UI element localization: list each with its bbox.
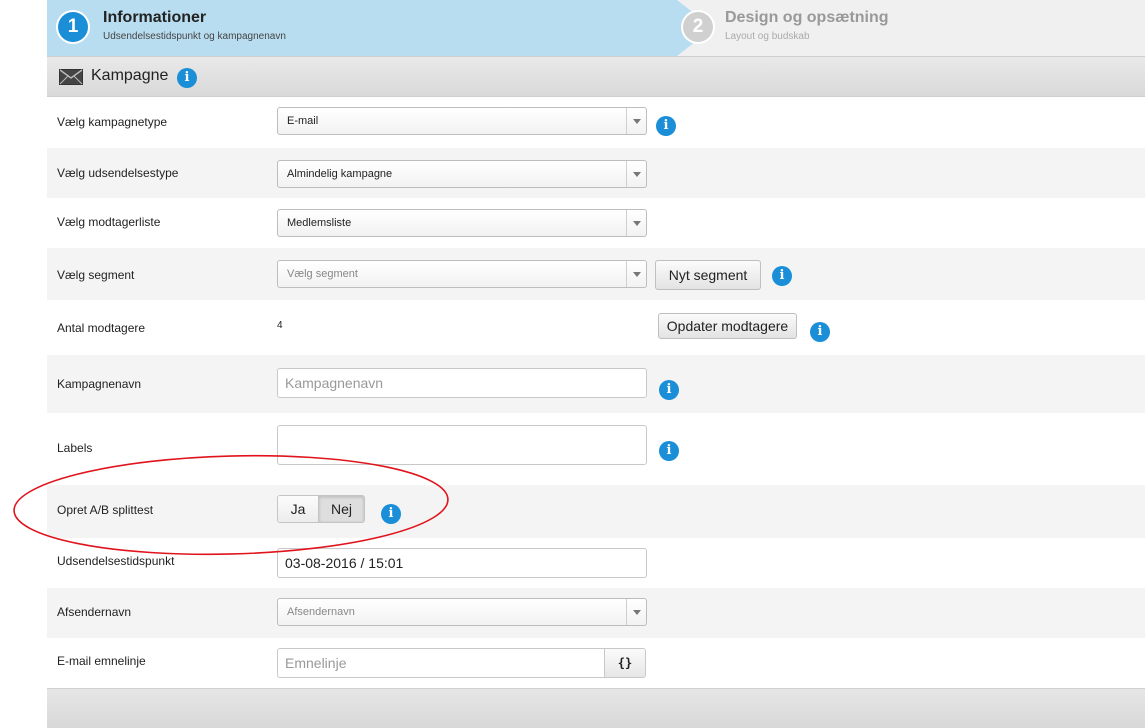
row-send-type: Vælg udsendelsestype Almindelig kampagne: [47, 148, 1145, 198]
field-label: Afsendernavn: [57, 605, 132, 619]
chevron-down-icon: [626, 161, 646, 187]
step-subtitle: Udsendelsestidspunkt og kampagnenavn: [103, 31, 286, 42]
row-ab-test: Opret A/B splittest Ja Nej i: [47, 485, 1145, 538]
section-header: Kampagne i: [47, 56, 1145, 97]
field-label: Udsendelsestidspunkt: [57, 554, 175, 568]
segment-select[interactable]: Vælg segment: [277, 260, 647, 288]
send-type-select[interactable]: Almindelig kampagne: [277, 160, 647, 188]
field-label: Vælg kampagnetype: [57, 115, 168, 129]
wizard-steps: 1 Informationer Udsendelsestidspunkt og …: [47, 0, 1145, 56]
subject-input[interactable]: Emnelinje: [277, 648, 607, 678]
chevron-down-icon: [626, 261, 646, 287]
field-label: Vælg udsendelsestype: [57, 166, 179, 180]
campaign-name-input[interactable]: Kampagnenavn: [277, 368, 647, 398]
row-sender-name: Afsendernavn Afsendernavn: [47, 588, 1145, 638]
section-title: Kampagne: [91, 67, 169, 84]
send-time-input[interactable]: 03-08-2016 / 15:01: [277, 548, 647, 578]
update-recipients-button[interactable]: Opdater modtagere: [658, 313, 797, 339]
select-value: E-mail: [287, 115, 319, 127]
step-title: Informationer: [103, 9, 207, 26]
chevron-down-icon: [626, 108, 646, 134]
ab-test-no[interactable]: Nej: [318, 496, 364, 522]
field-label: E-mail emnelinje: [57, 654, 146, 668]
field-label: Vælg modtagerliste: [57, 215, 161, 229]
new-segment-button[interactable]: Nyt segment: [655, 260, 761, 290]
step-number: 2: [683, 12, 713, 42]
info-icon[interactable]: i: [810, 322, 830, 342]
chevron-down-icon: [626, 599, 646, 625]
row-send-time: Udsendelsestidspunkt 03-08-2016 / 15:01: [47, 538, 1145, 588]
info-icon[interactable]: i: [177, 68, 197, 88]
step-number: 1: [58, 12, 88, 42]
chevron-down-icon: [626, 210, 646, 236]
ab-test-toggle[interactable]: Ja Nej: [277, 495, 365, 523]
info-icon[interactable]: i: [772, 266, 792, 286]
campaign-type-select[interactable]: E-mail: [277, 107, 647, 135]
row-labels: Labels i: [47, 413, 1145, 485]
recipient-count: 4: [277, 320, 283, 331]
sender-name-select[interactable]: Afsendernavn: [277, 598, 647, 626]
field-label: Vælg segment: [57, 268, 135, 282]
row-subject: E-mail emnelinje Emnelinje {}: [47, 638, 1145, 688]
labels-input[interactable]: [277, 425, 647, 465]
step-title: Design og opsætning: [725, 9, 889, 26]
info-icon[interactable]: i: [659, 380, 679, 400]
row-campaign-name: Kampagnenavn Kampagnenavn i: [47, 355, 1145, 413]
select-value: Almindelig kampagne: [287, 168, 393, 180]
info-icon[interactable]: i: [381, 504, 401, 524]
merge-field-button[interactable]: {}: [604, 648, 646, 678]
recipient-list-select[interactable]: Medlemsliste: [277, 209, 647, 237]
row-segment: Vælg segment Vælg segment Nyt segment i: [47, 248, 1145, 300]
field-label: Opret A/B splittest: [57, 503, 154, 517]
select-placeholder: Afsendernavn: [287, 606, 355, 618]
info-icon[interactable]: i: [659, 441, 679, 461]
footer-bar: [47, 688, 1145, 728]
field-label: Labels: [57, 441, 93, 455]
step-subtitle: Layout og budskab: [725, 31, 810, 42]
envelope-icon: [59, 69, 83, 85]
row-recipient-list: Vælg modtagerliste Medlemsliste: [47, 198, 1145, 248]
info-icon[interactable]: i: [656, 116, 676, 136]
ab-test-yes[interactable]: Ja: [278, 496, 318, 522]
select-placeholder: Vælg segment: [287, 268, 358, 280]
field-label: Kampagnenavn: [57, 377, 142, 391]
campaign-wizard: 1 Informationer Udsendelsestidspunkt og …: [47, 0, 1145, 728]
row-recipient-count: Antal modtagere 4 Opdater modtagere i: [47, 300, 1145, 355]
select-value: Medlemsliste: [287, 217, 352, 229]
field-label: Antal modtagere: [57, 321, 146, 335]
step-informationer[interactable]: 1 Informationer Udsendelsestidspunkt og …: [47, 0, 677, 56]
row-campaign-type: Vælg kampagnetype E-mail i: [47, 97, 1145, 148]
